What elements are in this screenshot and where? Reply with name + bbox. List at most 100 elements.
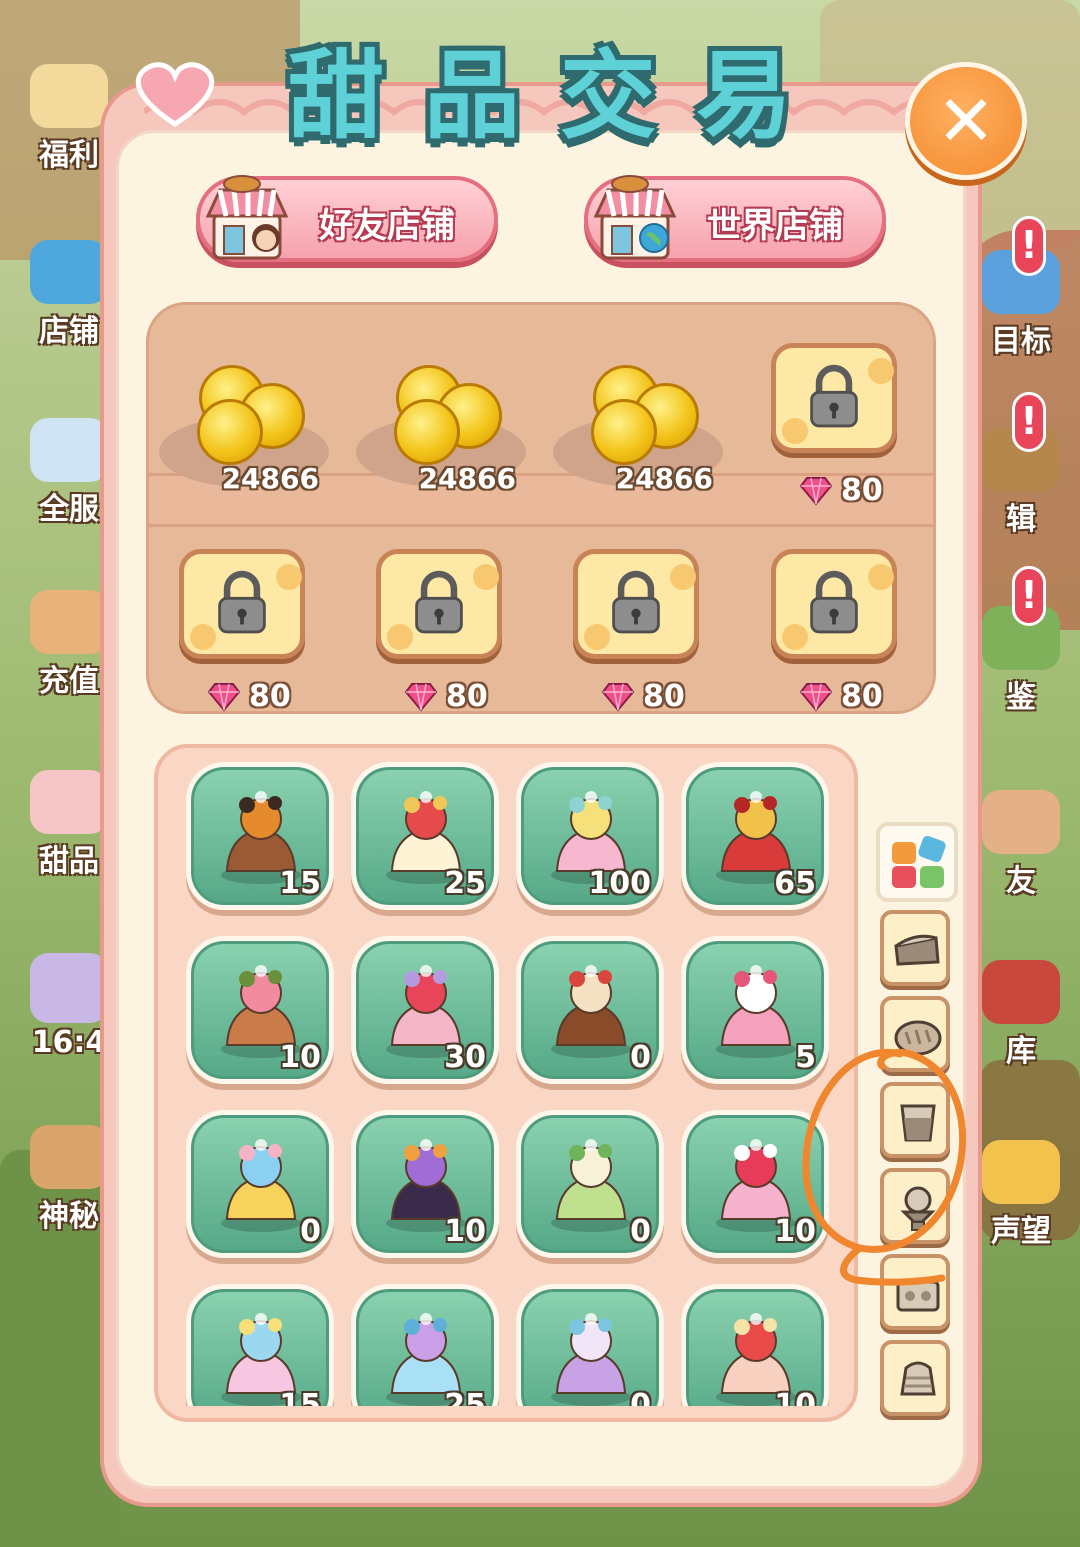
dessert-art-icon bbox=[551, 1139, 631, 1232]
camera-icon bbox=[30, 240, 108, 304]
side-button-label: 友 bbox=[1006, 864, 1036, 899]
unlock-price-value: 80 bbox=[841, 473, 883, 508]
lock-icon bbox=[218, 570, 266, 634]
ribbon-icon bbox=[30, 418, 108, 482]
category-tab-all[interactable] bbox=[876, 822, 958, 902]
friend-store-label: 好友店铺 bbox=[319, 206, 455, 246]
dessert-count: 25 bbox=[444, 1388, 486, 1406]
side-button-label: 目标 bbox=[991, 324, 1051, 359]
dessert-count: 15 bbox=[279, 1388, 321, 1406]
coin-slot[interactable]: 24866 bbox=[356, 355, 526, 495]
butterfly-icon bbox=[30, 953, 108, 1023]
side-button-label: 16:4 bbox=[31, 1025, 107, 1060]
dessert-count: 25 bbox=[444, 866, 486, 901]
dessert-item-bunny-macarons[interactable]: 0 bbox=[186, 1110, 334, 1258]
dessert-count: 0 bbox=[630, 1388, 651, 1406]
side-button-storage[interactable]: 库 bbox=[966, 960, 1076, 1070]
dessert-item-mushroom-macaron-stand[interactable]: 10 bbox=[186, 936, 334, 1084]
dessert-art-icon bbox=[221, 1139, 301, 1232]
dessert-item-starry-milkshake[interactable]: 0 bbox=[516, 1284, 664, 1406]
reputation-icon bbox=[982, 1140, 1060, 1204]
world-store-label: 世界店铺 bbox=[707, 206, 843, 246]
side-button-reputation[interactable]: 声望 bbox=[966, 1140, 1076, 1250]
unlock-price: 80 bbox=[799, 473, 883, 508]
unlock-price: 80 bbox=[207, 679, 291, 714]
locked-slot[interactable] bbox=[179, 549, 305, 659]
dessert-count: 10 bbox=[279, 1040, 321, 1075]
category-tab-drink[interactable] bbox=[880, 1082, 950, 1158]
lock-icon bbox=[612, 570, 660, 634]
side-button-label: 充值 bbox=[39, 664, 99, 699]
locked-slot[interactable] bbox=[771, 343, 897, 453]
dessert-item-black-cat-cupcake[interactable]: 10 bbox=[351, 1110, 499, 1258]
side-button-label: 店铺 bbox=[39, 314, 99, 349]
gem-icon bbox=[207, 682, 241, 712]
shovel-icon bbox=[30, 1125, 108, 1189]
dessert-item-gingerbread-house-halloween[interactable]: 15 bbox=[186, 762, 334, 910]
dessert-item-mermaid-ice-drink[interactable]: 25 bbox=[351, 1284, 499, 1406]
pudding-icon bbox=[900, 1361, 936, 1396]
locked-slot[interactable] bbox=[771, 549, 897, 659]
side-button-label: 甜品 bbox=[39, 844, 99, 879]
coin-icon bbox=[591, 399, 657, 465]
gem-icon bbox=[799, 476, 833, 506]
gem-icon bbox=[799, 682, 833, 712]
trade-slots: 24866 24866 24866 80 80 80 80 80 bbox=[146, 302, 936, 714]
coin-slot[interactable]: 24866 bbox=[553, 355, 723, 495]
unlock-price: 80 bbox=[799, 679, 883, 714]
cup-icon bbox=[900, 1104, 936, 1142]
category-tab-pudding[interactable] bbox=[880, 1340, 950, 1416]
friends-icon bbox=[982, 790, 1060, 854]
dessert-item-matcha-cat-bowl[interactable]: 0 bbox=[516, 1110, 664, 1258]
coin-slot[interactable]: 24866 bbox=[159, 355, 329, 495]
gem-icon bbox=[404, 682, 438, 712]
side-button-label: 辑 bbox=[1006, 502, 1036, 537]
dessert-item-berry-parfait[interactable]: 10 bbox=[681, 1110, 829, 1258]
barn-icon bbox=[982, 960, 1060, 1024]
category-tab-box[interactable] bbox=[880, 1254, 950, 1330]
coin-slot-value: 24866 bbox=[221, 462, 319, 495]
locked-slot[interactable] bbox=[573, 549, 699, 659]
girl-avatar-icon bbox=[30, 590, 108, 654]
world-store-button[interactable]: 世界店铺 bbox=[584, 175, 886, 262]
dessert-count: 100 bbox=[588, 866, 651, 901]
dessert-count: 10 bbox=[774, 1214, 816, 1249]
unlock-price-value: 80 bbox=[446, 679, 488, 714]
dessert-item-flower-parfait-glass[interactable]: 30 bbox=[351, 936, 499, 1084]
side-button-label: 神秘 bbox=[39, 1199, 99, 1234]
unlock-price-value: 80 bbox=[643, 679, 685, 714]
friend-store-button[interactable]: 好友店铺 bbox=[196, 175, 498, 262]
dessert-item-chocolate-gingerbread-house[interactable]: 0 bbox=[516, 936, 664, 1084]
unlock-price: 80 bbox=[404, 679, 488, 714]
side-button-friends[interactable]: 友 bbox=[966, 790, 1076, 900]
gem-icon bbox=[601, 682, 635, 712]
coin-slot-value: 24866 bbox=[615, 462, 713, 495]
dessert-count: 0 bbox=[300, 1214, 321, 1249]
close-button[interactable]: ✕ bbox=[905, 62, 1027, 180]
dessert-item-rainbow-bear-cake[interactable]: 15 bbox=[186, 1284, 334, 1406]
close-icon: ✕ bbox=[936, 80, 996, 162]
dessert-count: 65 bbox=[774, 866, 816, 901]
dessert-item-red-lucky-bag-dessert[interactable]: 65 bbox=[681, 762, 829, 910]
dessert-grid-scroll[interactable]: 15 25 100 65 10 30 0 5 0 10 0 10 15 25 0 10 bbox=[158, 748, 854, 1406]
dessert-item-strawberry-bear-cup[interactable]: 10 bbox=[681, 1284, 829, 1406]
side-button-label: 库 bbox=[1006, 1034, 1036, 1069]
side-button-label: 鉴 bbox=[1006, 680, 1036, 715]
category-tab-bread[interactable] bbox=[880, 996, 950, 1072]
dessert-count: 10 bbox=[774, 1388, 816, 1406]
unlock-price-value: 80 bbox=[249, 679, 291, 714]
category-tab-ice-cream[interactable] bbox=[880, 1168, 950, 1244]
alert-icon: ! bbox=[1012, 216, 1046, 276]
dessert-count: 30 bbox=[444, 1040, 486, 1075]
dessert-item-cream-tower-cake[interactable]: 25 bbox=[351, 762, 499, 910]
dessert-item-heart-cake-bouquet[interactable]: 5 bbox=[681, 936, 829, 1084]
coin-slot-value: 24866 bbox=[418, 462, 516, 495]
dessert-count: 0 bbox=[630, 1214, 651, 1249]
category-tab-cake[interactable] bbox=[880, 910, 950, 986]
shop-icon bbox=[205, 175, 289, 260]
dessert-item-flower-rainbow-cake[interactable]: 100 bbox=[516, 762, 664, 910]
ice-cream-icon bbox=[900, 1186, 936, 1231]
locked-slot[interactable] bbox=[376, 549, 502, 659]
dessert-count: 10 bbox=[444, 1214, 486, 1249]
coin-icon bbox=[394, 399, 460, 465]
